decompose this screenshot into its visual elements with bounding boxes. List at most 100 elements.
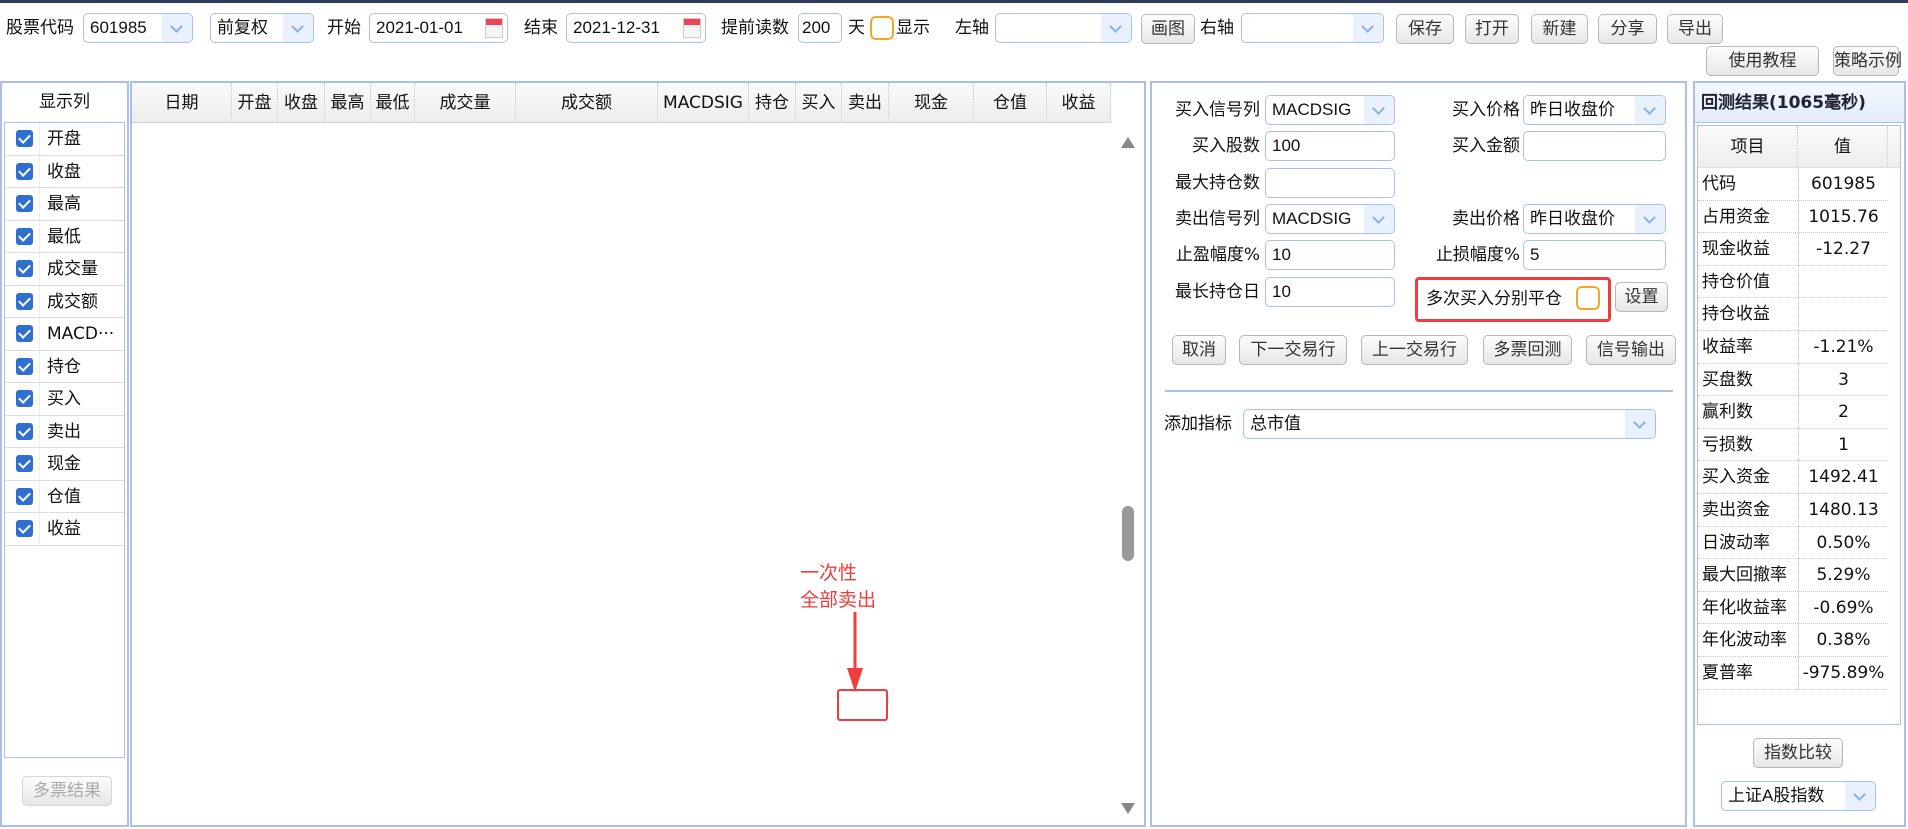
column-header[interactable]: 收盘	[278, 83, 325, 123]
column-header[interactable]: 仓值	[974, 83, 1047, 123]
checkbox-checked-icon[interactable]	[16, 487, 33, 505]
show-checkbox[interactable]	[870, 16, 894, 40]
column-header[interactable]: MACDSIG	[658, 83, 749, 123]
column-toggle-item[interactable]: 最低	[5, 220, 124, 253]
tutorial-button[interactable]: 使用教程	[1706, 46, 1819, 76]
vertical-scrollbar[interactable]	[1112, 123, 1144, 825]
column-header[interactable]: 日期	[132, 83, 232, 123]
column-header[interactable]: 现金	[889, 83, 974, 123]
take-profit-label: 止盈幅度%	[1175, 245, 1260, 265]
results-row: 现金收益 -12.27	[1698, 233, 1888, 266]
checkbox-checked-icon[interactable]	[16, 422, 33, 440]
results-item: 日波动率	[1702, 532, 1770, 553]
column-header[interactable]: 收益	[1047, 83, 1111, 123]
checkbox-checked-icon[interactable]	[16, 260, 33, 277]
scroll-up-icon[interactable]	[1121, 137, 1135, 148]
results-value	[1798, 265, 1888, 298]
results-title: 回测结果(1065毫秒)	[1695, 83, 1904, 123]
max-positions-input[interactable]	[1265, 168, 1395, 198]
chevron-down-icon	[162, 14, 192, 42]
calendar-icon[interactable]	[683, 18, 701, 38]
column-header[interactable]: 最低	[371, 83, 415, 123]
buy-shares-input[interactable]: 100	[1265, 131, 1395, 161]
scrollbar-thumb[interactable]	[1122, 506, 1134, 561]
checkbox-checked-icon[interactable]	[16, 195, 33, 212]
divider	[39, 513, 40, 545]
calendar-icon[interactable]	[485, 18, 503, 38]
buy-amount-input[interactable]	[1523, 131, 1666, 161]
column-toggle-item[interactable]: 买入	[5, 383, 124, 416]
divider	[39, 253, 40, 285]
next-trade-row-button[interactable]: 下一交易行	[1239, 335, 1347, 365]
settings-button[interactable]: 设置	[1615, 282, 1668, 312]
plot-button[interactable]: 画图	[1141, 14, 1195, 44]
sell-price-select[interactable]: 昨日收盘价	[1523, 204, 1666, 234]
columns-panel: 显示列 开盘 收盘 最高 最低 成交量 成交额 MACD··· 持仓 买入 卖出 现金 仓值 收益 多票…	[0, 81, 129, 827]
new-button[interactable]: 新建	[1531, 14, 1588, 44]
end-date-input[interactable]: 2021-12-31	[566, 13, 706, 43]
divider	[39, 448, 40, 480]
divider	[39, 383, 40, 415]
checkbox-checked-icon[interactable]	[16, 520, 33, 537]
column-toggle-item[interactable]: 成交量	[5, 253, 124, 286]
add-indicator-select[interactable]: 总市值	[1243, 409, 1656, 439]
sell-signal-select[interactable]: MACDSIG	[1265, 204, 1395, 234]
column-toggle-item[interactable]: 收盘	[5, 155, 124, 188]
stock-code-select[interactable]: 601985	[83, 13, 193, 43]
checkbox-checked-icon[interactable]	[16, 357, 33, 375]
separate-close-checkbox[interactable]	[1576, 286, 1600, 310]
right-axis-select[interactable]	[1241, 13, 1384, 43]
save-button[interactable]: 保存	[1396, 14, 1454, 44]
column-toggle-item[interactable]: 成交额	[5, 285, 124, 318]
column-header[interactable]: 开盘	[232, 83, 278, 123]
preload-days-input[interactable]: 200	[798, 13, 842, 43]
export-button[interactable]: 导出	[1667, 14, 1723, 44]
column-header[interactable]: 最高	[325, 83, 371, 123]
checkbox-checked-icon[interactable]	[16, 292, 33, 310]
column-header[interactable]: 买入	[796, 83, 842, 123]
buy-shares-label: 买入股数	[1192, 136, 1260, 156]
max-hold-days-input[interactable]: 10	[1265, 277, 1395, 307]
multi-backtest-button[interactable]: 多票回测	[1483, 335, 1572, 365]
column-toggle-item[interactable]: 仓值	[5, 480, 124, 513]
start-date-input[interactable]: 2021-01-01	[369, 13, 508, 43]
checkbox-checked-icon[interactable]	[16, 227, 33, 245]
column-toggle-item[interactable]: 现金	[5, 448, 124, 481]
results-item: 年化波动率	[1702, 630, 1787, 651]
scroll-down-icon[interactable]	[1121, 803, 1135, 814]
column-toggle-item[interactable]: 卖出	[5, 415, 124, 448]
cancel-button[interactable]: 取消	[1172, 335, 1226, 365]
checkbox-checked-icon[interactable]	[16, 390, 33, 407]
column-toggle-item[interactable]: 开盘	[5, 123, 124, 156]
buy-price-select[interactable]: 昨日收盘价	[1523, 95, 1666, 125]
checkbox-checked-icon[interactable]	[16, 162, 33, 180]
stock-code-value: 601985	[90, 18, 147, 37]
column-header[interactable]: 成交量	[415, 83, 516, 123]
index-select[interactable]: 上证A股指数	[1721, 781, 1876, 811]
sell-signal-value: MACDSIG	[1272, 209, 1352, 228]
take-profit-input[interactable]: 10	[1265, 240, 1395, 270]
multi-result-button[interactable]: 多票结果	[22, 776, 112, 806]
checkbox-checked-icon[interactable]	[16, 325, 33, 342]
stop-loss-input[interactable]: 5	[1523, 240, 1666, 270]
share-button[interactable]: 分享	[1598, 14, 1657, 44]
buy-signal-select[interactable]: MACDSIG	[1265, 95, 1395, 125]
open-button[interactable]: 打开	[1465, 14, 1519, 44]
checkbox-checked-icon[interactable]	[16, 130, 33, 147]
prev-trade-row-button[interactable]: 上一交易行	[1361, 335, 1468, 365]
results-row: 卖出资金 1480.13	[1698, 494, 1888, 527]
column-header[interactable]: 持仓	[749, 83, 796, 123]
column-toggle-item[interactable]: 最高	[5, 188, 124, 221]
adjust-select[interactable]: 前复权	[210, 13, 314, 43]
column-header[interactable]: 卖出	[842, 83, 889, 123]
index-compare-button[interactable]: 指数比较	[1753, 738, 1843, 768]
checkbox-checked-icon[interactable]	[16, 455, 33, 472]
examples-button[interactable]: 策略示例	[1833, 46, 1902, 76]
signal-output-button[interactable]: 信号输出	[1586, 335, 1676, 365]
results-item: 代码	[1702, 174, 1736, 194]
column-toggle-item[interactable]: MACD···	[5, 318, 124, 351]
column-header[interactable]: 成交额	[516, 83, 658, 123]
column-toggle-item[interactable]: 收益	[5, 513, 124, 546]
left-axis-select[interactable]	[995, 13, 1132, 43]
column-toggle-item[interactable]: 持仓	[5, 350, 124, 383]
